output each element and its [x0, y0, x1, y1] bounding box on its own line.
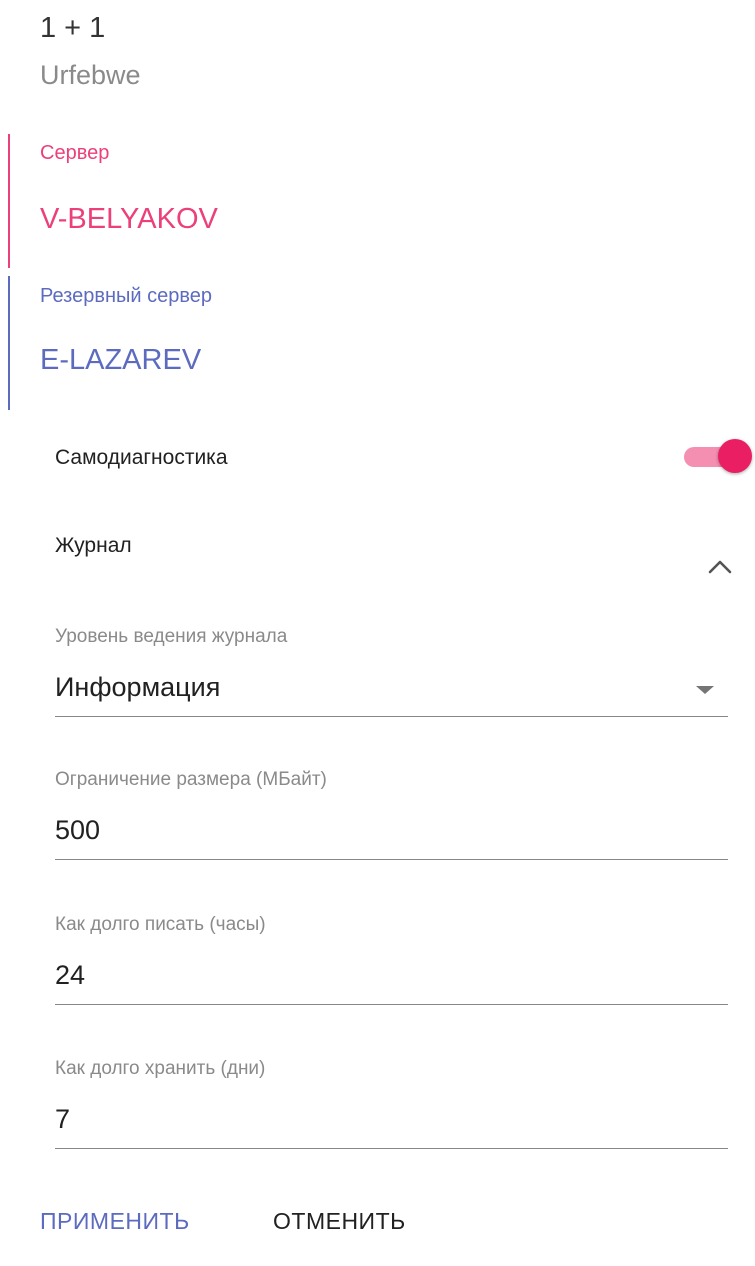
log-level-select[interactable]: Уровень ведения журнала Информация — [55, 626, 728, 718]
size-limit-label: Ограничение размера (МБайт) — [55, 769, 327, 790]
log-level-label: Уровень ведения журнала — [55, 626, 288, 647]
write-duration-field[interactable]: Как долго писать (часы) 24 — [55, 914, 728, 1006]
toggle-thumb — [718, 439, 752, 473]
retention-field[interactable]: Как долго хранить (дни) 7 — [55, 1058, 728, 1150]
write-duration-input[interactable]: 24 — [55, 960, 85, 991]
write-duration-label: Как долго писать (часы) — [55, 914, 266, 935]
card-subtitle: Urfebwe — [40, 60, 141, 90]
backup-server-accent-bar — [8, 276, 10, 410]
server-value[interactable]: V-BELYAKOV — [40, 203, 218, 236]
write-duration-underline — [55, 1004, 728, 1005]
log-level-underline — [55, 716, 728, 717]
self-diagnostics-label: Самодиагностика — [55, 446, 228, 469]
apply-button[interactable]: ПРИМЕНИТЬ — [40, 1208, 190, 1235]
journal-section-label: Журнал — [55, 534, 132, 557]
size-limit-input[interactable]: 500 — [55, 815, 100, 846]
backup-server-label: Резервный сервер — [40, 285, 213, 307]
cancel-button[interactable]: ОТМЕНИТЬ — [273, 1208, 406, 1235]
retention-underline — [55, 1148, 728, 1149]
size-limit-field[interactable]: Ограничение размера (МБайт) 500 — [55, 769, 728, 861]
log-level-value: Информация — [55, 672, 221, 702]
dropdown-arrow-icon — [696, 686, 714, 694]
chevron-up-icon[interactable] — [700, 548, 740, 588]
retention-label: Как долго хранить (дни) — [55, 1058, 266, 1079]
card-title: 1 + 1 — [40, 12, 106, 44]
server-label: Сервер — [40, 142, 110, 164]
retention-input[interactable]: 7 — [55, 1104, 70, 1135]
backup-server-value[interactable]: E-LAZAREV — [40, 344, 201, 377]
server-accent-bar — [8, 134, 10, 268]
self-diagnostics-toggle[interactable] — [684, 437, 752, 477]
size-limit-underline — [55, 859, 728, 860]
